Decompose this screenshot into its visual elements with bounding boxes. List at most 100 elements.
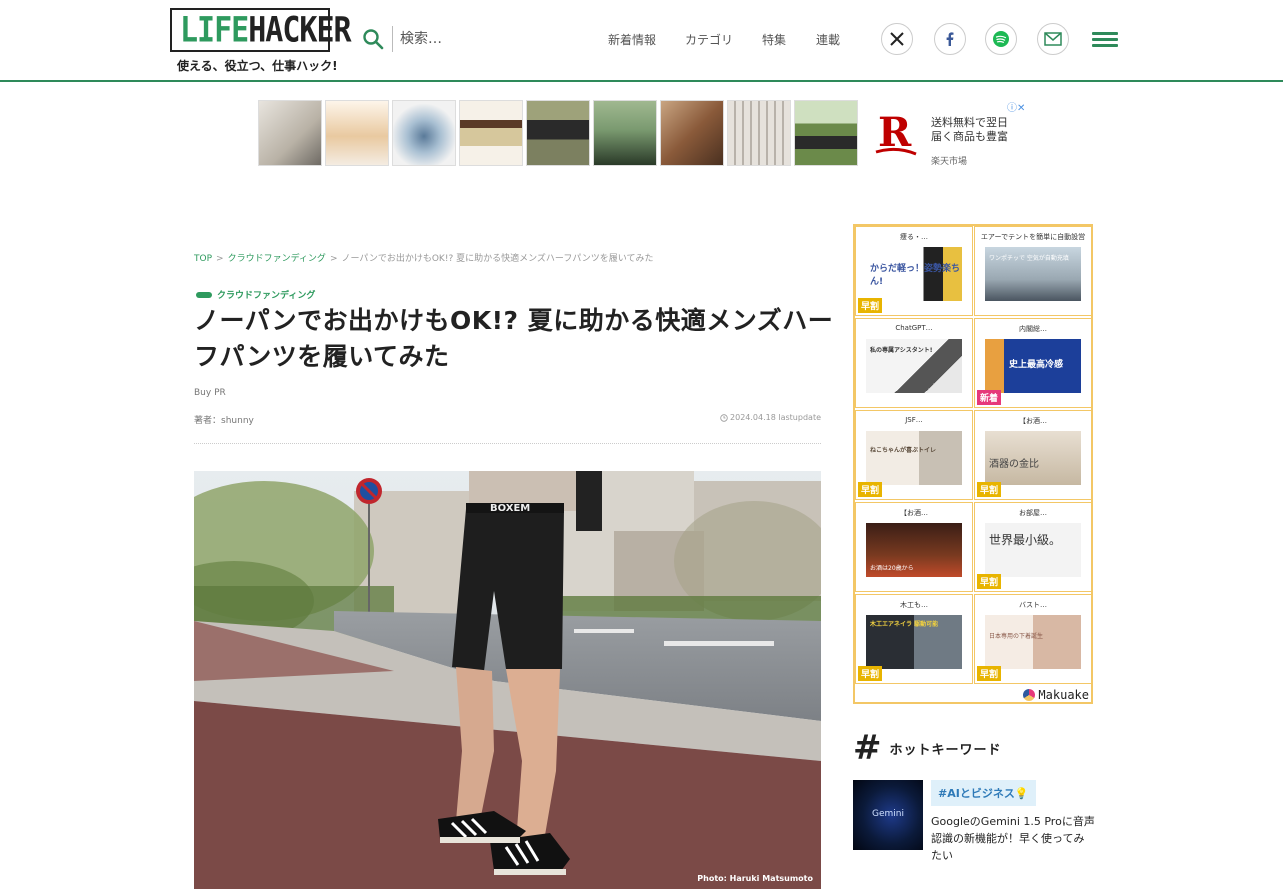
pr-label: Buy PR [194, 388, 226, 398]
ad-grid-item-title: ChatGPT… [895, 324, 933, 332]
last-update: 2024.04.18 lastupdate [720, 413, 821, 422]
ad-grid-item-title: お部屋… [1019, 509, 1047, 517]
last-update-text: 2024.04.18 lastupdate [730, 413, 821, 422]
ad-grid-item[interactable]: JSF… ねこちゃんが喜ぶトイレ 早割 [855, 410, 973, 500]
breadcrumb-current: ノーパンでお出かけもOK!? 夏に助かる快適メンズハーフパンツを履いてみた [341, 254, 654, 264]
ad-grid-item-title: 【お酒… [900, 509, 928, 517]
ad-grid-item-image-text: からだ軽っ！姿勢楽ちん! [870, 264, 961, 287]
ad-text-line1: 送料無料で翌日 [931, 116, 1008, 129]
breadcrumb-separator: > [216, 254, 224, 264]
ad-grid-item-badge: 早割 [858, 482, 883, 497]
sidebar-makuake-ad[interactable]: 痩る・… からだ軽っ！姿勢楽ちん! 早割 エアーでテントを簡単に自動設営 ワンポ… [853, 224, 1093, 704]
hashtag-icon: # [853, 728, 882, 768]
ad-grid-item[interactable]: バスト… 日本専用の下着誕生 早割 [974, 594, 1092, 684]
ad-grid-item-badge: 早割 [977, 574, 1002, 589]
breadcrumb: TOP > クラウドファンディング > ノーパンでお出かけもOK!? 夏に助かる快適メン… [194, 251, 654, 264]
ad-grid-item-image: 木工エアネイラ 駆動可能 [866, 615, 962, 669]
hot-keyword-tag[interactable]: #AIとビジネス💡 [931, 780, 1036, 806]
ad-product-thumb[interactable] [459, 100, 523, 166]
ad-info-close-icon[interactable]: ⓘ✕ [1007, 99, 1025, 114]
mail-icon[interactable] [1037, 23, 1069, 55]
ad-grid-item-title: 木工も… [900, 601, 928, 609]
ad-grid-item[interactable]: ChatGPT… 私の専属アシスタント! [855, 318, 973, 408]
ad-grid-item-image-text: 史上最高冷感 [1009, 360, 1064, 370]
ad-grid-item-image: 酒器の金比 [985, 431, 1081, 485]
ad-grid-item[interactable]: お部屋… 世界最小級。 早割 [974, 502, 1092, 592]
ad-product-thumb[interactable] [526, 100, 590, 166]
ad-grid-item[interactable]: 木工も… 木工エアネイラ 駆動可能 早割 [855, 594, 973, 684]
ad-grid-item-image-text: 世界最小級。 [989, 533, 1062, 547]
x-icon[interactable] [881, 23, 913, 55]
ad-grid-item-image-text: 日本専用の下着誕生 [989, 633, 1044, 640]
category-pill-icon [196, 291, 212, 298]
ad-grid-item-image: 世界最小級。 [985, 523, 1081, 577]
article-category-label: クラウドファンディング [217, 291, 316, 301]
search-divider [392, 26, 393, 52]
ad-grid-item-title: 【お酒… [1019, 417, 1047, 425]
spotify-icon[interactable] [985, 23, 1017, 55]
ad-grid-item-image: ねこちゃんが喜ぶトイレ [866, 431, 962, 485]
nav-feature[interactable]: 特集 [762, 31, 786, 48]
ad-grid-item-title: エアーでテントを簡単に自動設営 [980, 233, 1086, 241]
nav-series[interactable]: 連載 [816, 31, 840, 48]
search-input[interactable] [400, 27, 550, 51]
hot-keyword-item[interactable]: Gemini #AIとビジネス💡 GoogleのGemini 1.5 Proに音… [853, 780, 1095, 870]
site-tagline: 使える、役立つ、仕事ハック! [177, 59, 338, 73]
breadcrumb-category[interactable]: クラウドファンディング [228, 254, 326, 264]
search-icon[interactable] [362, 28, 384, 50]
breadcrumb-top[interactable]: TOP [194, 254, 212, 264]
ad-product-thumb[interactable] [727, 100, 791, 166]
article-hero-image: BOXEM Photo: Haruki Matsumoto [194, 471, 821, 889]
hot-keyword-article-title[interactable]: GoogleのGemini 1.5 Proに音声認識の新機能が！早く使ってみたい [931, 813, 1095, 864]
ad-grid-item-image-text: 酒器の金比 [989, 459, 1039, 470]
ad-grid-item-image: からだ軽っ！姿勢楽ちん! [866, 247, 962, 301]
breadcrumb-separator: > [329, 254, 338, 264]
ad-text-line2: 届く商品も豊富 [931, 130, 1008, 143]
hot-keyword-thumbnail[interactable]: Gemini [853, 780, 923, 850]
rakuten-logo[interactable]: R [874, 108, 918, 160]
logo-hacker-text: HACKER [248, 9, 351, 51]
article-title: ノーパンでお出かけもOK!? 夏に助かる快適メンズハーフパンツを履いてみた [194, 306, 834, 371]
ad-grid-item-image: お酒は20歳から [866, 523, 962, 577]
menu-icon[interactable] [1092, 32, 1118, 48]
makuake-logo[interactable]: Makuake [1023, 688, 1089, 702]
ad-grid-item-badge: 早割 [858, 298, 883, 313]
hot-keyword-heading: # ホットキーワード [853, 728, 1002, 768]
logo-life-text: LIFE [180, 9, 249, 51]
thumbnail-text: Gemini [872, 809, 904, 819]
ad-grid-item[interactable]: エアーでテントを簡単に自動設営 ワンポチッで 空気が自動充填 [974, 226, 1092, 316]
makuake-brand-text: Makuake [1038, 688, 1089, 702]
author-link[interactable]: shunny [221, 416, 254, 426]
article-category-tag[interactable]: クラウドファンディング [196, 288, 315, 301]
clock-icon [720, 413, 728, 422]
ad-product-thumb[interactable] [392, 100, 456, 166]
nav-category[interactable]: カテゴリ [685, 31, 733, 48]
facebook-icon[interactable] [934, 23, 966, 55]
ad-shop-name: 楽天市場 [931, 157, 968, 167]
ad-grid-item-badge: 早割 [977, 666, 1002, 681]
ad-product-thumb[interactable] [660, 100, 724, 166]
ad-grid-item[interactable]: 【お酒… 酒器の金比 早割 [974, 410, 1092, 500]
ad-grid-item-title: 内閣総… [1019, 325, 1047, 333]
ad-grid-item-image-text: ねこちゃんが喜ぶトイレ [870, 447, 937, 454]
ad-grid-item[interactable]: 【お酒… お酒は20歳から [855, 502, 973, 592]
ad-grid-item[interactable]: 痩る・… からだ軽っ！姿勢楽ちん! 早割 [855, 226, 973, 316]
site-logo[interactable]: LIFE HACKER [170, 8, 352, 52]
ad-product-thumb[interactable] [794, 100, 858, 166]
ad-product-thumb[interactable] [258, 100, 322, 166]
ad-text[interactable]: 送料無料で翌日 届く商品も豊富 [931, 116, 1008, 144]
ad-grid-item-title: バスト… [1019, 601, 1047, 609]
ad-product-thumb[interactable] [325, 100, 389, 166]
ad-product-thumb[interactable] [593, 100, 657, 166]
ad-grid-item-title: 痩る・… [900, 233, 928, 241]
photo-credit: Photo: Haruki Matsumoto [697, 874, 813, 883]
ad-grid-item-image: ワンポチッで 空気が自動充填 [985, 247, 1081, 301]
ad-grid-item-image-text: ワンポチッで 空気が自動充填 [989, 255, 1069, 262]
hero-photo: BOXEM [194, 471, 821, 889]
author-label: 著者： [194, 416, 222, 426]
author-line: 著者：shunny [194, 413, 254, 426]
nav-new[interactable]: 新着情報 [608, 31, 656, 48]
ad-grid-item[interactable]: 内閣総… 史上最高冷感 新着 [974, 318, 1092, 408]
ad-grid-item-image: 日本専用の下着誕生 [985, 615, 1081, 669]
ad-grid-item-image-text: 私の専属アシスタント! [870, 347, 933, 354]
